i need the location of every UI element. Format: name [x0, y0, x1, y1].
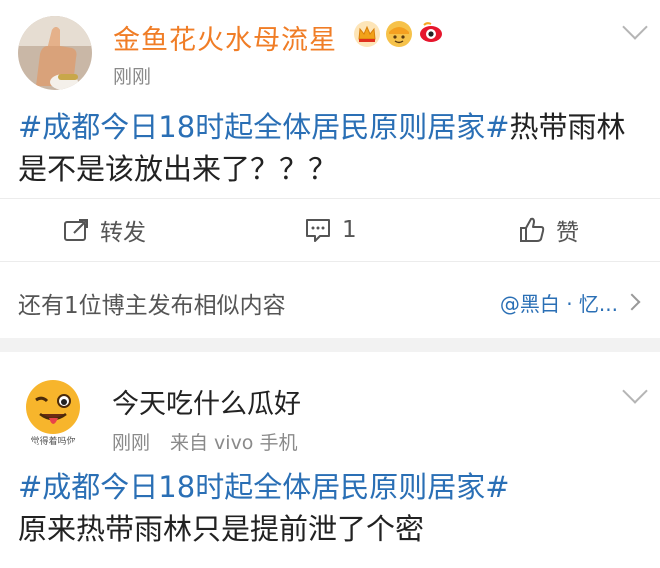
hashtag-link-2[interactable]: #成都今日18时起全体居民原则居家#	[18, 466, 648, 508]
similar-content-text: 还有1位博主发布相似内容	[18, 293, 286, 319]
thumbs-up-avatar-image	[18, 16, 92, 90]
chevron-right-icon	[623, 293, 641, 311]
repost-button[interactable]: 转发	[62, 199, 146, 261]
winking-emoji-avatar-image: 觉得着吗你	[16, 374, 90, 448]
post-text-2: #成都今日18时起全体居民原则居家# 原来热带雨林只是提前泄了个密	[18, 466, 648, 550]
user-avatar-2[interactable]: 觉得着吗你	[16, 374, 90, 448]
username[interactable]: 金鱼花火水母流星	[113, 18, 337, 57]
post-timestamp: 刚刚	[113, 66, 152, 88]
post-body-2: 原来热带雨林只是提前泄了个密	[18, 512, 425, 546]
comment-count: 1	[342, 217, 357, 243]
action-bar: 转发 1 赞	[0, 198, 660, 262]
post-text: #成都今日18时起全体居民原则居家#热带雨林是不是该放出来了？？？	[18, 106, 648, 190]
feed-divider	[0, 338, 660, 352]
weibo-eye-badge-icon[interactable]	[417, 20, 445, 48]
similar-content-link[interactable]: @黑白 · 忆...	[500, 288, 618, 317]
hashtag-link[interactable]: #成都今日18时起全体居民原则居家#	[18, 110, 510, 144]
post-source: 来自 vivo 手机	[170, 432, 298, 454]
like-button[interactable]: 赞	[518, 199, 579, 261]
crown-badge-icon[interactable]	[353, 20, 381, 48]
user-avatar[interactable]	[18, 16, 92, 90]
user-badges	[353, 20, 445, 48]
repost-label: 转发	[100, 220, 146, 246]
comment-button[interactable]: 1	[304, 199, 357, 261]
comment-icon	[306, 219, 330, 242]
post-timestamp-2: 刚刚	[112, 432, 151, 454]
like-label: 赞	[556, 220, 579, 246]
chevron-down-icon[interactable]	[622, 14, 648, 40]
thumbs-up-icon	[520, 217, 545, 242]
share-icon	[64, 219, 88, 241]
weibo-post-1: 金鱼花火水母流星 刚刚 #成都今日18时起全体居民原则居家#热带雨林是不是该放出…	[0, 0, 660, 338]
sticker-badge-icon[interactable]	[385, 20, 413, 48]
similar-content-row[interactable]: 还有1位博主发布相似内容 @黑白 · 忆...	[0, 270, 660, 338]
username-2[interactable]: 今天吃什么瓜好	[112, 382, 301, 421]
